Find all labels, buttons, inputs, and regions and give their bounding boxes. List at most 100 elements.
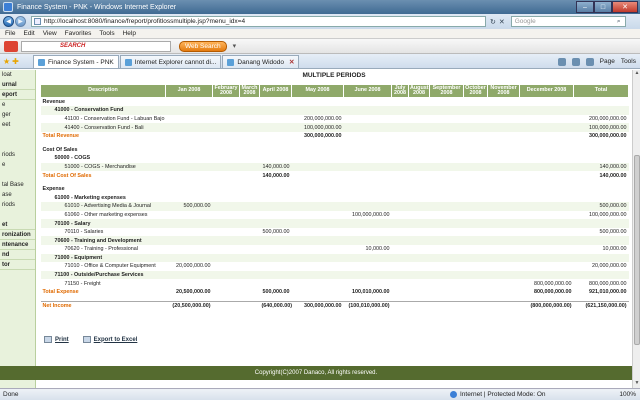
row-value [519, 219, 574, 228]
sidebar-item[interactable]: loat [0, 70, 35, 80]
row-value [239, 219, 260, 228]
row-value [464, 145, 488, 154]
close-tab-icon[interactable]: ✕ [289, 58, 294, 66]
row-value [392, 228, 409, 237]
back-button[interactable]: ◀ [3, 16, 14, 27]
search-icon[interactable]: ⌕ [613, 18, 625, 26]
sidebar-item[interactable] [0, 130, 35, 140]
sidebar-item[interactable]: nd [0, 250, 35, 260]
favorites-icons[interactable]: ★ ✚ [3, 55, 33, 68]
row-value [212, 270, 240, 280]
menu-edit[interactable]: Edit [23, 30, 34, 37]
column-header: April 2008 [259, 84, 292, 98]
sidebar-item[interactable]: urnal [0, 80, 35, 90]
minimize-button[interactable]: – [576, 1, 594, 13]
row-value [409, 115, 430, 124]
sidebar-item[interactable] [0, 170, 35, 180]
row-value [240, 115, 260, 124]
web-search-button[interactable]: Web Search [179, 40, 227, 52]
sidebar-item[interactable]: tor [0, 260, 35, 270]
row-value [260, 262, 292, 271]
row-value [464, 185, 488, 194]
home-icon[interactable] [557, 57, 566, 66]
sidebar-item[interactable]: ger [0, 110, 35, 120]
row-value [240, 211, 260, 220]
row-value [213, 185, 240, 194]
table-row: 70110 - Salaries 500,000.00 500,000.00 [41, 228, 629, 237]
sidebar-item[interactable]: ase [0, 190, 35, 200]
row-value [259, 123, 292, 132]
yahoo-icon[interactable] [4, 40, 18, 52]
sidebar-item[interactable]: eet [0, 120, 35, 130]
menu-help[interactable]: Help [123, 30, 136, 37]
row-value [519, 162, 574, 172]
sidebar-item[interactable]: riods [0, 150, 35, 160]
sidebar-item[interactable] [0, 210, 35, 220]
tab-danang[interactable]: Danang Widodo ✕ [222, 55, 300, 68]
menu-favorites[interactable]: Favorites [65, 30, 92, 37]
tab-finance[interactable]: Finance System - PNK [33, 55, 119, 68]
row-value [392, 193, 409, 202]
tab-ie-error[interactable]: Internet Explorer cannot di... [119, 55, 222, 68]
vertical-scrollbar[interactable]: ▲ ▼ [632, 70, 640, 388]
row-value [488, 228, 520, 237]
sidebar-item[interactable]: riods [0, 200, 35, 210]
sidebar-item[interactable]: e [0, 160, 35, 170]
refresh-icon[interactable]: ↻ [490, 18, 496, 26]
sidebar-item[interactable]: e [0, 100, 35, 110]
window-title: Finance System - PNK - Windows Internet … [17, 3, 177, 11]
report-title: MULTIPLE PERIODS [302, 72, 366, 79]
menu-view[interactable]: View [43, 30, 57, 37]
print-link[interactable]: Print [44, 336, 69, 343]
scroll-thumb[interactable] [634, 155, 640, 345]
net-income-row: Net Income (20,500,000.00) (640,000.00) 300… [40, 301, 629, 311]
scroll-down-icon[interactable]: ▼ [633, 380, 640, 388]
yahoo-search-input[interactable]: SEARCH [21, 40, 171, 52]
sidebar-item[interactable]: ntenance [0, 240, 35, 250]
stop-icon[interactable]: ✕ [499, 18, 505, 26]
address-bar: ◀ ▶ http://localhost:8080/finance/frepor… [0, 14, 640, 29]
maximize-button[interactable]: □ [594, 1, 612, 13]
sidebar-item[interactable]: et [0, 220, 35, 230]
menu-tools[interactable]: Tools [99, 30, 114, 37]
sidebar-item[interactable]: eport [0, 90, 35, 100]
row-value [574, 98, 629, 107]
row-value [464, 262, 488, 271]
sidebar-item[interactable]: ronization [0, 230, 35, 240]
menu-file[interactable]: File [5, 30, 15, 37]
page-menu[interactable]: Page [600, 58, 615, 65]
row-description: 61010 - Advertising Media & Journal [40, 202, 166, 211]
table-row: Cost Of Sales [41, 145, 629, 154]
row-value [344, 171, 392, 180]
row-value: 100,000,000.00 [291, 123, 344, 132]
export-excel-link[interactable]: Export to Excel [82, 336, 137, 343]
row-value [574, 185, 629, 194]
print-icon[interactable] [585, 57, 594, 66]
zoom-level[interactable]: 100% [600, 391, 640, 398]
chevron-down-icon[interactable]: ▾ [233, 42, 237, 50]
row-value [409, 211, 430, 220]
close-button[interactable]: ✕ [612, 1, 638, 13]
forward-button[interactable]: ▶ [15, 16, 26, 27]
search-input[interactable]: Google ⌕ [510, 16, 626, 27]
add-favorite-icon[interactable]: ✚ [12, 57, 19, 66]
tools-menu[interactable]: Tools [621, 58, 636, 65]
row-value: 300,000,000.00 [304, 133, 342, 140]
row-value [212, 253, 240, 263]
scroll-up-icon[interactable]: ▲ [633, 70, 640, 78]
row-value: 200,000,000.00 [304, 115, 342, 122]
row-value [344, 185, 392, 194]
row-value: 20,000,000.00 [176, 263, 211, 270]
url-field[interactable]: http://localhost:8080/finance/freport/pr… [31, 16, 486, 27]
row-description: 71000 - Equipment [40, 253, 166, 263]
sidebar-item[interactable] [0, 140, 35, 150]
star-icon[interactable]: ★ [3, 57, 10, 66]
sidebar-item[interactable]: tal Base [0, 180, 35, 190]
row-value [391, 253, 409, 263]
row-description: Total Expense [42, 289, 79, 296]
row-value [520, 245, 574, 254]
yahoo-toolbar: SEARCH Web Search ▾ [0, 39, 640, 54]
row-value [488, 288, 520, 297]
row-value [343, 236, 392, 245]
feeds-icon[interactable] [571, 57, 580, 66]
